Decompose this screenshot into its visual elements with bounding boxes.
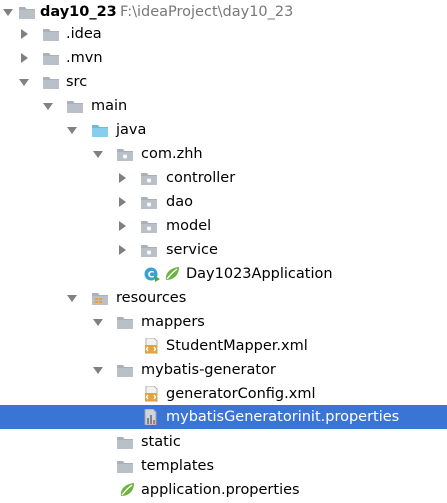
tree-item-label: resources — [116, 290, 187, 306]
tree-item-label: controller — [166, 170, 236, 186]
tree-row-src[interactable]: src — [0, 70, 447, 94]
chevron-down-icon[interactable] — [90, 146, 106, 162]
project-tree: day10_23 F:\ideaProject\day10_23 .idea .… — [0, 0, 447, 503]
chevron-down-icon[interactable] — [40, 98, 56, 114]
package-icon — [116, 146, 134, 162]
project-name: day10_23 — [40, 4, 117, 20]
chevron-right-icon[interactable] — [114, 170, 130, 186]
properties-file-icon — [142, 409, 160, 425]
tree-item-label: service — [166, 242, 218, 258]
tree-row-generator-properties[interactable]: mybatisGeneratorinit.properties — [0, 405, 447, 429]
chevron-right-icon[interactable] — [114, 194, 130, 210]
package-icon — [140, 170, 158, 186]
tree-item-label: mappers — [141, 314, 205, 330]
project-path: F:\ideaProject\day10_23 — [120, 4, 294, 20]
tree-row-day1023-application[interactable]: Day1023Application — [0, 262, 447, 286]
chevron-down-icon[interactable] — [0, 4, 16, 20]
tree-row-model[interactable]: model — [0, 214, 447, 238]
folder-icon — [116, 314, 134, 330]
tree-row-java[interactable]: java — [0, 118, 447, 142]
tree-row-mappers[interactable]: mappers — [0, 310, 447, 334]
tree-item-label: mybatis-generator — [141, 362, 276, 378]
chevron-right-icon[interactable] — [16, 26, 32, 42]
folder-icon — [18, 4, 36, 20]
tree-row-com-zhh[interactable]: com.zhh — [0, 142, 447, 166]
tree-row-project-root[interactable]: day10_23 F:\ideaProject\day10_23 — [0, 0, 447, 24]
chevron-right-icon[interactable] — [114, 218, 130, 234]
resources-folder-icon — [91, 290, 109, 306]
tree-item-label: dao — [166, 194, 193, 210]
source-folder-icon — [91, 122, 109, 138]
tree-row-mybatis-generator[interactable]: mybatis-generator — [0, 358, 447, 382]
chevron-down-icon[interactable] — [16, 74, 32, 90]
spring-boot-class-icon — [143, 266, 161, 282]
tree-item-label: main — [91, 98, 128, 114]
tree-item-label: model — [166, 218, 212, 234]
tree-item-label: mybatisGeneratorinit.properties — [166, 409, 400, 425]
folder-icon — [116, 458, 134, 474]
tree-row-idea[interactable]: .idea — [0, 22, 447, 46]
tree-item-label: static — [141, 434, 181, 450]
folder-icon — [66, 98, 84, 114]
tree-row-dao[interactable]: dao — [0, 190, 447, 214]
tree-item-label: com.zhh — [141, 146, 203, 162]
tree-row-resources[interactable]: resources — [0, 286, 447, 310]
tree-item-label: generatorConfig.xml — [166, 386, 316, 402]
chevron-right-icon[interactable] — [16, 50, 32, 66]
tree-row-service[interactable]: service — [0, 238, 447, 262]
tree-row-main[interactable]: main — [0, 94, 447, 118]
folder-icon — [42, 74, 60, 90]
package-icon — [140, 242, 158, 258]
chevron-down-icon[interactable] — [64, 290, 80, 306]
chevron-right-icon[interactable] — [114, 242, 130, 258]
chevron-down-icon[interactable] — [64, 122, 80, 138]
tree-item-label: Day1023Application — [186, 266, 333, 282]
folder-icon — [42, 50, 60, 66]
chevron-down-icon[interactable] — [90, 314, 106, 330]
tree-row-mvn[interactable]: .mvn — [0, 46, 447, 70]
chevron-down-icon[interactable] — [90, 362, 106, 378]
tree-item-label: .idea — [66, 26, 102, 42]
tree-row-generator-config[interactable]: generatorConfig.xml — [0, 382, 447, 406]
package-icon — [140, 218, 158, 234]
folder-icon — [116, 362, 134, 378]
tree-item-label: StudentMapper.xml — [166, 338, 308, 354]
spring-boot-icon — [118, 482, 136, 498]
tree-row-templates[interactable]: templates — [0, 454, 447, 478]
tree-item-label: src — [66, 74, 88, 90]
tree-item-label: .mvn — [66, 50, 103, 66]
folder-icon — [116, 434, 134, 450]
tree-row-static[interactable]: static — [0, 430, 447, 454]
xml-file-icon — [142, 386, 160, 402]
tree-row-student-mapper[interactable]: StudentMapper.xml — [0, 334, 447, 358]
tree-row-controller[interactable]: controller — [0, 166, 447, 190]
tree-item-label: java — [116, 122, 147, 138]
tree-row-application-properties[interactable]: application.properties — [0, 478, 447, 502]
xml-file-icon — [142, 338, 160, 354]
package-icon — [140, 194, 158, 210]
spring-boot-icon — [163, 266, 181, 282]
tree-item-label: application.properties — [141, 482, 300, 498]
folder-icon — [42, 26, 60, 42]
tree-item-label: templates — [141, 458, 215, 474]
